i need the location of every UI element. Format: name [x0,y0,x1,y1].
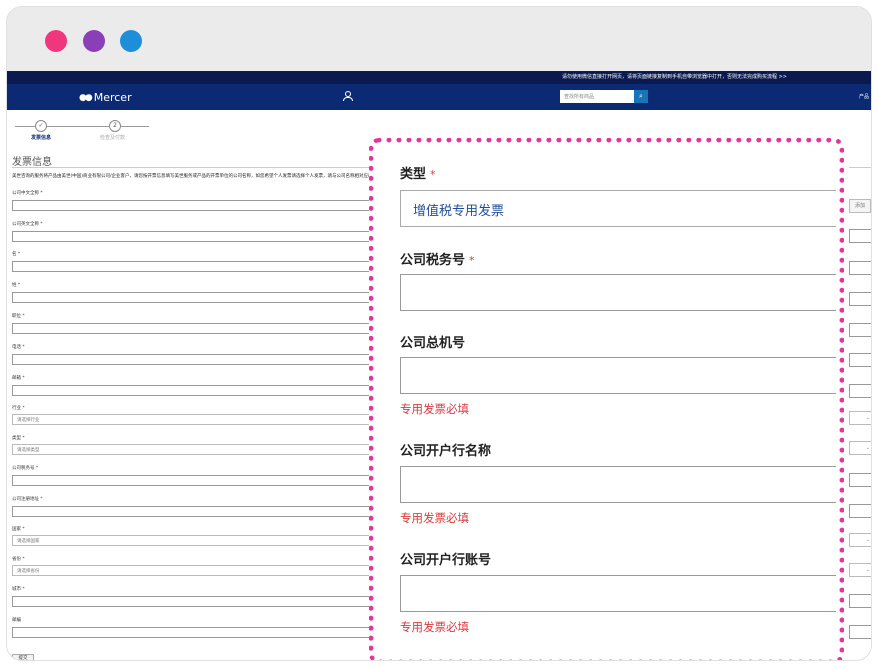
invoice-callout-zoom: 类型 * 增值税专用发票 公司税务号 * 公司总机号 专用发票必填 公司开户行名称 … [369,138,844,660]
field-label: 公司中文全称 * [12,191,43,196]
step-2-marker: 2 [109,120,121,132]
company-cn-name-input[interactable] [12,200,378,211]
right-field-input[interactable] [849,504,871,518]
right-divider [849,167,871,168]
right-field-select[interactable]: ⌄ [849,533,871,547]
field-label: 姓 * [12,283,21,288]
right-field-input[interactable] [849,261,871,275]
submit-button[interactable]: 提交 [12,654,34,660]
email-input[interactable] [12,385,378,396]
right-action-button[interactable]: 添加 [849,199,871,213]
step-1-label: 发票信息 [31,135,52,141]
job-title-input[interactable] [12,323,378,334]
required-note: 专用发票必填 [400,511,469,525]
city-input[interactable] [12,596,378,607]
country-select[interactable]: 请选择国家 [12,535,378,546]
field-label: 名 * [12,252,21,257]
type-select[interactable]: 请选择类型 [12,444,378,455]
brand-name: Mercer [93,91,132,104]
right-field-input[interactable] [849,473,871,487]
minimize-window-button[interactable] [83,30,105,52]
tax-number-label-text: 公司税务号 [400,253,466,268]
first-name-input[interactable] [12,261,378,272]
section-divider [12,167,372,168]
step-1-check-icon: ✓ [35,120,47,132]
chevron-down-icon: ⌄ [865,537,870,543]
bank-name-label: 公司开户行名称 [400,444,492,459]
step-2-label: 检查及付款 [100,135,126,141]
right-field-input[interactable] [849,625,871,639]
field-label: 电话 * [12,345,25,350]
phone-input[interactable] [12,354,378,365]
bank-name-field[interactable] [400,466,836,503]
right-field-input[interactable] [849,594,871,608]
window-titlebar [7,7,871,71]
company-phone-field[interactable] [400,357,836,394]
right-field-input[interactable] [849,229,871,243]
field-label: 省份 * [12,557,25,562]
invoice-type-select[interactable]: 增值税专用发票 [400,190,836,227]
step-connector [47,126,109,127]
right-field-select[interactable]: ⌄ [849,563,871,577]
chevron-down-icon: ⌄ [865,445,870,451]
mercer-logo-icon: ●● [79,92,93,103]
required-asterisk: * [430,168,436,181]
postal-code-input[interactable] [12,627,378,638]
product-search-input[interactable]: 查找所有商品 [560,90,634,103]
company-phone-label: 公司总机号 [400,336,466,351]
field-label: 国家 * [12,527,25,532]
tax-number-field[interactable] [400,274,836,311]
company-address-input[interactable] [12,506,378,517]
chevron-down-icon: ⌄ [865,415,870,421]
section-title: 发票信息 [12,157,52,168]
industry-select[interactable]: 请选择行业 [12,414,378,425]
step-connector [121,126,149,127]
province-select[interactable]: 请选择省份 [12,565,378,576]
field-label: 公司税务号 * [12,466,39,471]
search-icon: ⌕ [639,92,643,100]
last-name-input[interactable] [12,292,378,303]
maximize-window-button[interactable] [120,30,142,52]
right-field-select[interactable]: ⌄ [849,411,871,425]
chevron-down-icon: ⌄ [865,567,870,573]
invoice-type-label: 类型 * [400,163,436,182]
invoice-type-label-text: 类型 [400,167,427,182]
company-en-name-input[interactable] [12,231,378,242]
bank-account-field[interactable] [400,575,836,612]
tax-number-input[interactable] [12,475,378,486]
browser-window: 请勿使用微信直接打开网页，请将页面链接复制到手机自带浏览器中打开，否则无法完成购… [6,6,872,661]
user-account-icon[interactable] [343,91,353,101]
field-label: 类型 * [12,436,25,441]
required-note: 专用发票必填 [400,402,469,416]
search-button[interactable]: ⌕ [634,90,648,103]
right-field-select[interactable]: ⌄ [849,441,871,455]
right-field-input[interactable] [849,292,871,306]
field-label: 邮编 [12,618,21,623]
step-connector [15,126,35,127]
brand-logo[interactable]: ●● Mercer [79,91,132,104]
field-label: 城市 * [12,587,25,592]
field-label: 公司注册地址 * [12,497,43,502]
close-window-button[interactable] [45,30,67,52]
top-notice-bar: 请勿使用微信直接打开网页，请将页面链接复制到手机自带浏览器中打开，否则无法完成购… [7,71,871,84]
field-label: 职位 * [12,314,25,319]
right-field-input[interactable] [849,353,871,367]
invoice-notice: 美世咨询的服务将产品由美世(中国)商业有限公司/企业客户，请您按开票信息填写美世… [12,174,378,179]
main-navbar: ●● Mercer 查找所有商品 ⌕ 产品 [7,84,871,110]
required-asterisk: * [469,254,475,267]
checkout-stepper: ✓ 2 发票信息 检查及付款 [15,117,155,141]
web-page: 请勿使用微信直接打开网页，请将页面链接复制到手机自带浏览器中打开，否则无法完成购… [7,71,871,660]
top-notice-text[interactable]: 请勿使用微信直接打开网页，请将页面链接复制到手机自带浏览器中打开，否则无法完成购… [562,73,787,80]
field-label: 行业 * [12,406,25,411]
bank-account-label: 公司开户行账号 [400,553,492,568]
required-note: 专用发票必填 [400,620,469,634]
right-field-input[interactable] [849,384,871,398]
right-field-input[interactable] [849,323,871,337]
nav-products-link[interactable]: 产品 [859,93,869,100]
tax-number-label: 公司税务号 * [400,249,475,268]
field-label: 公司英文全称 * [12,222,43,227]
field-label: 邮箱 * [12,376,25,381]
